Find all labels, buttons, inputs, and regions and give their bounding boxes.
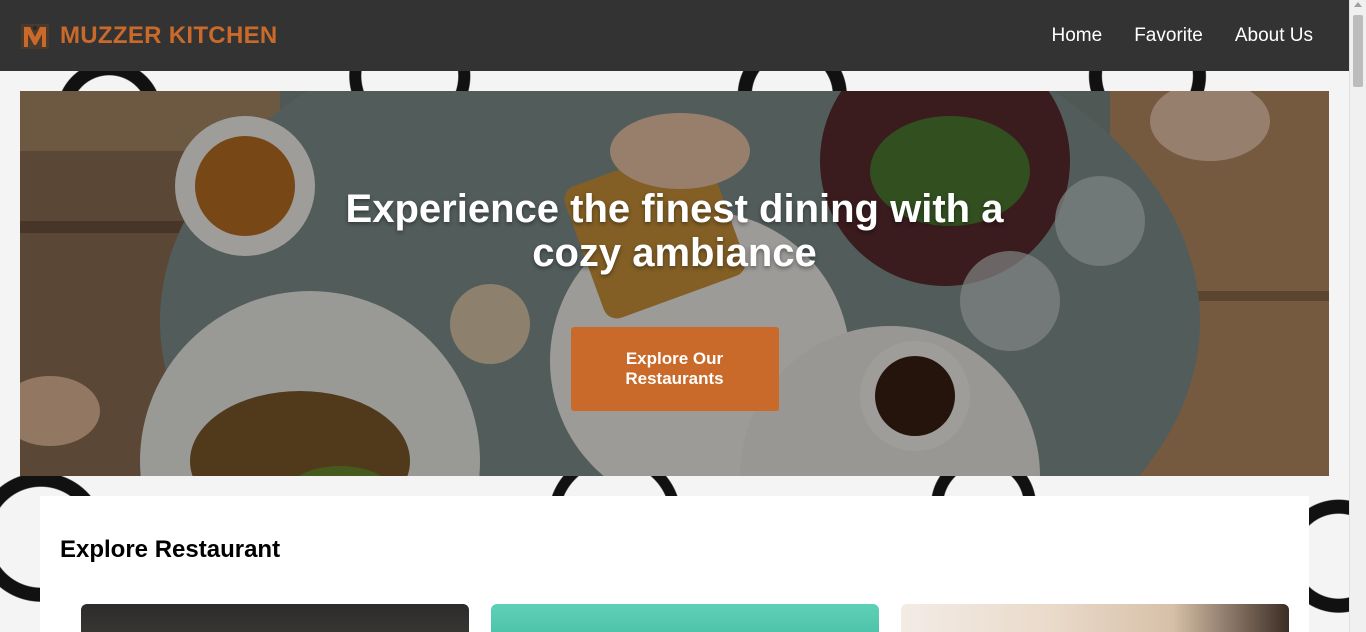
hero-content: Experience the finest dining with a cozy… bbox=[20, 187, 1329, 411]
restaurant-card[interactable] bbox=[901, 604, 1289, 632]
hero-title: Experience the finest dining with a cozy… bbox=[345, 187, 1004, 275]
restaurant-card[interactable] bbox=[81, 604, 469, 632]
brand[interactable]: MUZZER KITCHEN bbox=[20, 21, 278, 51]
restaurant-list bbox=[81, 604, 1289, 632]
explore-section: Explore Restaurant bbox=[40, 496, 1309, 632]
site-header: MUZZER KITCHEN Home Favorite About Us bbox=[0, 0, 1349, 71]
scroll-up-arrow-icon[interactable] bbox=[1354, 2, 1362, 7]
hero-banner: Experience the finest dining with a cozy… bbox=[20, 91, 1329, 476]
page-scrollbar[interactable] bbox=[1349, 0, 1366, 632]
brand-name: MUZZER KITCHEN bbox=[60, 21, 278, 49]
m-logo-icon bbox=[20, 21, 50, 51]
main-nav: Home Favorite About Us bbox=[1052, 25, 1313, 47]
explore-title: Explore Restaurant bbox=[60, 536, 281, 563]
nav-about-us-link[interactable]: About Us bbox=[1235, 25, 1313, 47]
explore-restaurants-button[interactable]: Explore Our Restaurants bbox=[570, 327, 779, 411]
nav-home-link[interactable]: Home bbox=[1052, 25, 1103, 47]
nav-favorite-link[interactable]: Favorite bbox=[1134, 25, 1203, 47]
scroll-thumb[interactable] bbox=[1353, 15, 1363, 87]
restaurant-card[interactable] bbox=[491, 604, 879, 632]
